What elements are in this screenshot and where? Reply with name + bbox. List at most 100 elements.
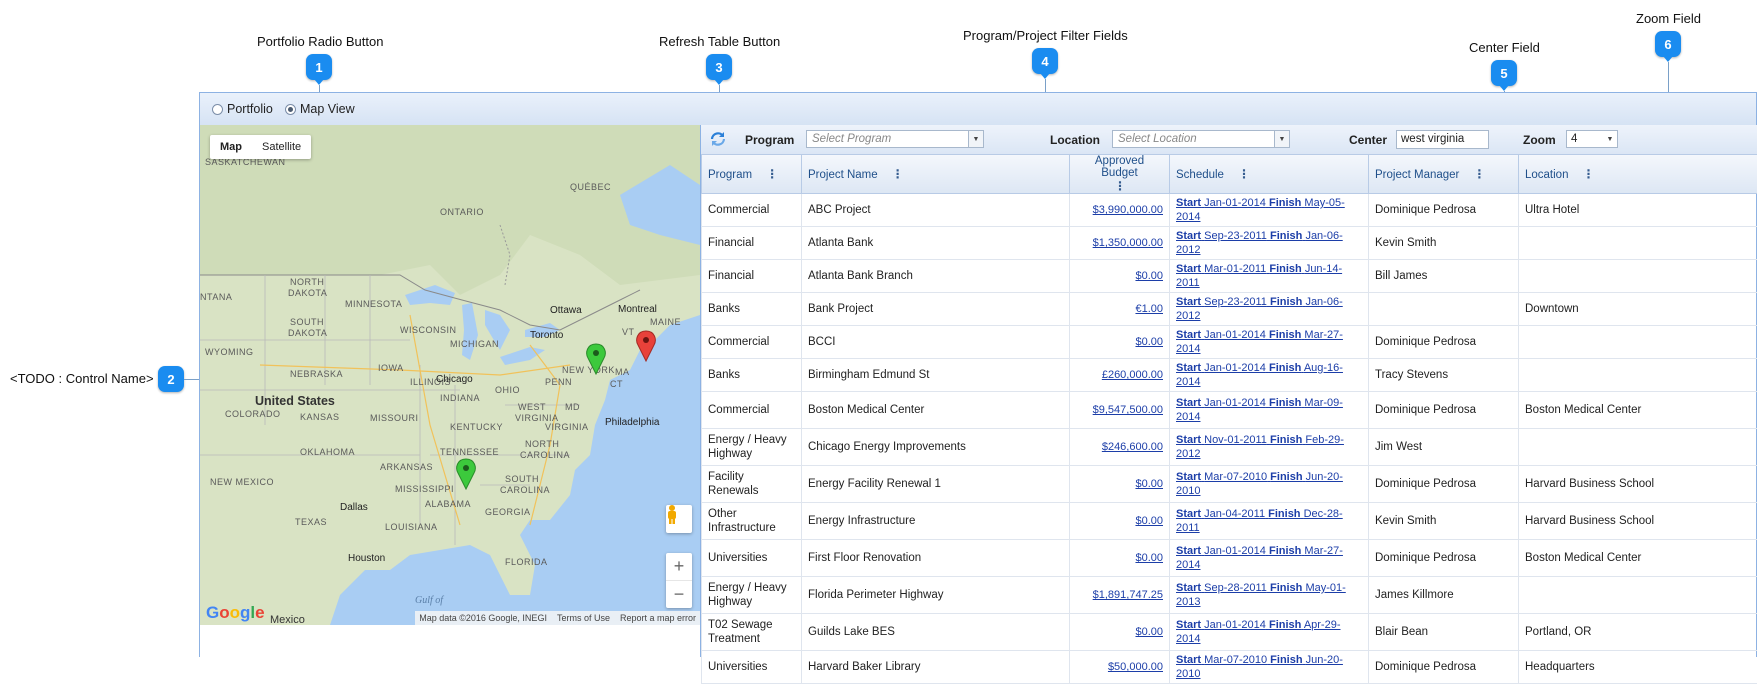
table-row[interactable]: UniversitiesHarvard Baker Library$50,000… bbox=[702, 651, 1757, 684]
map-view-radio[interactable]: Map View bbox=[285, 102, 355, 116]
map-type-satellite-button[interactable]: Satellite bbox=[252, 135, 311, 159]
budget-link[interactable]: $0.00 bbox=[1135, 515, 1163, 527]
svg-text:NEW YORK: NEW YORK bbox=[562, 365, 615, 375]
table-row[interactable]: T02 Sewage TreatmentGuilds Lake BES$0.00… bbox=[702, 614, 1757, 651]
cell-budget[interactable]: $0.00 bbox=[1070, 466, 1170, 503]
cell-budget[interactable]: $246,600.00 bbox=[1070, 429, 1170, 466]
column-menu-icon[interactable]: ⋮ bbox=[892, 167, 903, 181]
schedule-link[interactable]: Start Sep-23-2011 Finish Jan-06-2012 bbox=[1176, 296, 1343, 322]
street-view-pegman-icon[interactable] bbox=[666, 505, 692, 533]
cell-schedule[interactable]: Start Jan-01-2014 Finish Apr-29-2014 bbox=[1170, 614, 1369, 651]
cell-budget[interactable]: $0.00 bbox=[1070, 260, 1170, 293]
cell-budget[interactable]: $0.00 bbox=[1070, 503, 1170, 540]
zoom-in-button[interactable]: + bbox=[666, 553, 692, 580]
table-row[interactable]: BanksBank Project€1.00Start Sep-23-2011 … bbox=[702, 293, 1757, 326]
cell-schedule[interactable]: Start Jan-04-2011 Finish Dec-28-2011 bbox=[1170, 503, 1369, 540]
schedule-link[interactable]: Start Sep-23-2011 Finish Jan-06-2012 bbox=[1176, 230, 1343, 256]
schedule-link[interactable]: Start Mar-01-2011 Finish Jun-14-2011 bbox=[1176, 263, 1342, 289]
budget-link[interactable]: $0.00 bbox=[1135, 336, 1163, 348]
center-input[interactable]: west virginia bbox=[1396, 130, 1489, 149]
location-select[interactable]: Select Location ▼ bbox=[1112, 130, 1290, 148]
table-row[interactable]: CommercialABC Project$3,990,000.00Start … bbox=[702, 194, 1757, 227]
schedule-link[interactable]: Start Nov-01-2011 Finish Feb-29-2012 bbox=[1176, 434, 1344, 460]
map-type-map-button[interactable]: Map bbox=[210, 135, 252, 159]
budget-link[interactable]: $0.00 bbox=[1135, 626, 1163, 638]
cell-budget[interactable]: $1,891,747.25 bbox=[1070, 577, 1170, 614]
cell-budget[interactable]: £260,000.00 bbox=[1070, 359, 1170, 392]
table-row[interactable]: Energy / Heavy HighwayChicago Energy Imp… bbox=[702, 429, 1757, 466]
zoom-select[interactable]: 4 ▼ bbox=[1566, 130, 1618, 148]
cell-budget[interactable]: $0.00 bbox=[1070, 540, 1170, 577]
column-header[interactable]: Project Name⋮ bbox=[802, 155, 1070, 194]
terms-of-use-link[interactable]: Terms of Use bbox=[557, 613, 610, 623]
cell-budget[interactable]: $9,547,500.00 bbox=[1070, 392, 1170, 429]
schedule-link[interactable]: Start Jan-01-2014 Finish May-05-2014 bbox=[1176, 197, 1345, 223]
cell-schedule[interactable]: Start Mar-01-2011 Finish Jun-14-2011 bbox=[1170, 260, 1369, 293]
cell-budget[interactable]: €1.00 bbox=[1070, 293, 1170, 326]
table-row[interactable]: Facility RenewalsEnergy Facility Renewal… bbox=[702, 466, 1757, 503]
column-menu-icon[interactable]: ⋮ bbox=[1473, 167, 1484, 181]
budget-link[interactable]: $1,891,747.25 bbox=[1093, 589, 1163, 601]
budget-link[interactable]: $0.00 bbox=[1135, 478, 1163, 490]
column-header[interactable]: Project Manager⋮ bbox=[1369, 155, 1519, 194]
cell-schedule[interactable]: Start Jan-01-2014 Finish Aug-16-2014 bbox=[1170, 359, 1369, 392]
cell-budget[interactable]: $0.00 bbox=[1070, 614, 1170, 651]
column-header[interactable]: Location⋮ bbox=[1519, 155, 1757, 194]
google-map[interactable]: SASKATCHEWAN ONTARIO QUÉBEC NORTHDAKOTA … bbox=[200, 125, 700, 625]
schedule-link[interactable]: Start Jan-01-2014 Finish Mar-27-2014 bbox=[1176, 329, 1343, 355]
cell-schedule[interactable]: Start Nov-01-2011 Finish Feb-29-2012 bbox=[1170, 429, 1369, 466]
schedule-link[interactable]: Start Jan-01-2014 Finish Mar-09-2014 bbox=[1176, 397, 1343, 423]
budget-link[interactable]: $9,547,500.00 bbox=[1093, 404, 1163, 416]
table-row[interactable]: Other InfrastructureEnergy Infrastructur… bbox=[702, 503, 1757, 540]
cell-schedule[interactable]: Start Sep-23-2011 Finish Jan-06-2012 bbox=[1170, 227, 1369, 260]
cell-budget[interactable]: $0.00 bbox=[1070, 326, 1170, 359]
cell-schedule[interactable]: Start Jan-01-2014 Finish Mar-09-2014 bbox=[1170, 392, 1369, 429]
budget-link[interactable]: €1.00 bbox=[1135, 303, 1163, 315]
report-map-error-link[interactable]: Report a map error bbox=[620, 613, 696, 623]
portfolio-radio[interactable]: Portfolio bbox=[212, 102, 273, 116]
cell-budget[interactable]: $3,990,000.00 bbox=[1070, 194, 1170, 227]
column-header[interactable]: Program⋮ bbox=[702, 155, 802, 194]
table-row[interactable]: UniversitiesFirst Floor Renovation$0.00S… bbox=[702, 540, 1757, 577]
table-row[interactable]: CommercialBoston Medical Center$9,547,50… bbox=[702, 392, 1757, 429]
column-menu-icon[interactable]: ⋮ bbox=[1076, 179, 1163, 193]
budget-link[interactable]: $0.00 bbox=[1135, 270, 1163, 282]
table-row[interactable]: Energy / Heavy HighwayFlorida Perimeter … bbox=[702, 577, 1757, 614]
schedule-link[interactable]: Start Jan-01-2014 Finish Aug-16-2014 bbox=[1176, 362, 1343, 388]
column-menu-icon[interactable]: ⋮ bbox=[1582, 167, 1593, 181]
column-menu-icon[interactable]: ⋮ bbox=[1238, 167, 1249, 181]
cell-schedule[interactable]: Start Mar-07-2010 Finish Jun-20-2010 bbox=[1170, 651, 1369, 684]
schedule-link[interactable]: Start Jan-01-2014 Finish Mar-27-2014 bbox=[1176, 545, 1343, 571]
cell-schedule[interactable]: Start Sep-23-2011 Finish Jan-06-2012 bbox=[1170, 293, 1369, 326]
cell-name: Bank Project bbox=[802, 293, 1070, 326]
cell-schedule[interactable]: Start Sep-28-2011 Finish May-01-2013 bbox=[1170, 577, 1369, 614]
cell-schedule[interactable]: Start Mar-07-2010 Finish Jun-20-2010 bbox=[1170, 466, 1369, 503]
budget-link[interactable]: $246,600.00 bbox=[1102, 441, 1163, 453]
table-row[interactable]: FinancialAtlanta Bank Branch$0.00Start M… bbox=[702, 260, 1757, 293]
budget-link[interactable]: £260,000.00 bbox=[1102, 369, 1163, 381]
cell-schedule[interactable]: Start Jan-01-2014 Finish May-05-2014 bbox=[1170, 194, 1369, 227]
budget-link[interactable]: $0.00 bbox=[1135, 552, 1163, 564]
schedule-link[interactable]: Start Jan-04-2011 Finish Dec-28-2011 bbox=[1176, 508, 1343, 534]
schedule-link[interactable]: Start Jan-01-2014 Finish Apr-29-2014 bbox=[1176, 619, 1341, 645]
table-row[interactable]: CommercialBCCI$0.00Start Jan-01-2014 Fin… bbox=[702, 326, 1757, 359]
cell-budget[interactable]: $1,350,000.00 bbox=[1070, 227, 1170, 260]
cell-schedule[interactable]: Start Jan-01-2014 Finish Mar-27-2014 bbox=[1170, 540, 1369, 577]
schedule-link[interactable]: Start Sep-28-2011 Finish May-01-2013 bbox=[1176, 582, 1346, 608]
schedule-link[interactable]: Start Mar-07-2010 Finish Jun-20-2010 bbox=[1176, 654, 1343, 680]
program-select[interactable]: Select Program ▼ bbox=[806, 130, 984, 148]
budget-link[interactable]: $50,000.00 bbox=[1108, 661, 1163, 673]
refresh-icon[interactable] bbox=[709, 130, 727, 148]
table-row[interactable]: BanksBirmingham Edmund St£260,000.00Star… bbox=[702, 359, 1757, 392]
column-header[interactable]: Schedule⋮ bbox=[1170, 155, 1369, 194]
cell-schedule[interactable]: Start Jan-01-2014 Finish Mar-27-2014 bbox=[1170, 326, 1369, 359]
table-row[interactable]: FinancialAtlanta Bank$1,350,000.00Start … bbox=[702, 227, 1757, 260]
cell-budget[interactable]: $50,000.00 bbox=[1070, 651, 1170, 684]
budget-link[interactable]: $3,990,000.00 bbox=[1093, 204, 1163, 216]
column-header[interactable]: Approved Budget⋮ bbox=[1070, 155, 1170, 194]
schedule-start: Jan-01-2014 bbox=[1204, 329, 1266, 341]
schedule-link[interactable]: Start Mar-07-2010 Finish Jun-20-2010 bbox=[1176, 471, 1343, 497]
column-menu-icon[interactable]: ⋮ bbox=[766, 167, 777, 181]
budget-link[interactable]: $1,350,000.00 bbox=[1093, 237, 1163, 249]
zoom-out-button[interactable]: − bbox=[666, 580, 692, 608]
